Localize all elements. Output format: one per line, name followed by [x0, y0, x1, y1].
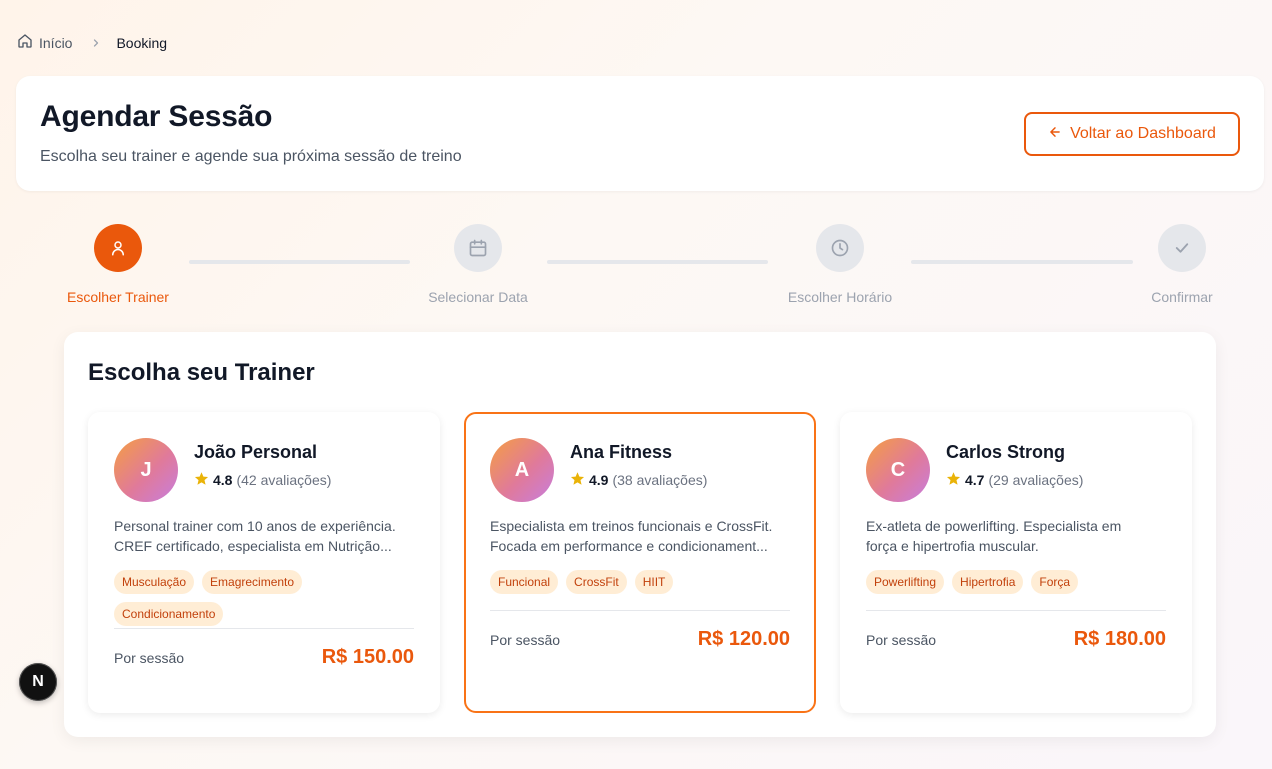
per-session-label: Por sessão: [490, 632, 561, 648]
specialty-tag: Condicionamento: [114, 602, 224, 626]
user-icon: [94, 224, 142, 272]
calendar-icon: [454, 224, 502, 272]
arrow-left-icon: [1048, 125, 1062, 144]
card-divider: [866, 610, 1166, 611]
description-line: força e hipertrofia muscular.: [866, 538, 1039, 554]
card-divider: [114, 628, 414, 629]
check-icon: [1158, 224, 1206, 272]
chevron-right-icon: [90, 37, 102, 49]
rating-count: (29 avaliações): [988, 472, 1084, 488]
trainer-name: Carlos Strong: [946, 442, 1066, 462]
step-connector: [189, 260, 410, 264]
specialty-tag: Hipertrofia: [952, 570, 1024, 594]
session-price: R$ 120.00: [697, 628, 790, 650]
clock-icon: [816, 224, 864, 272]
description-line: Ex-atleta de powerlifting. Especialista …: [866, 518, 1122, 534]
trainer-description: Especialista em treinos funcionais e Cro…: [490, 516, 790, 556]
specialty-tags: Powerlifting Hipertrofia Força: [866, 570, 1166, 594]
trainer-card-carlos[interactable]: C Carlos Strong 4.7 (29 avaliações) Ex-a…: [840, 412, 1192, 713]
star-icon: [946, 471, 961, 489]
specialty-tag: Powerlifting: [866, 570, 945, 594]
trainer-name: João Personal: [194, 442, 318, 462]
page-header: Agendar Sessão Escolha seu trainer e age…: [16, 76, 1264, 191]
breadcrumb-home-link[interactable]: Início: [17, 33, 72, 52]
breadcrumb: Início Booking: [17, 33, 167, 52]
star-icon: [570, 471, 585, 489]
specialty-tag: Força: [1031, 570, 1079, 594]
session-price: R$ 180.00: [1073, 628, 1166, 650]
description-line: Focada em performance e condicionament..…: [490, 538, 768, 554]
specialty-tag: Funcional: [490, 570, 559, 594]
trainer-card-joao[interactable]: J João Personal 4.8 (42 avaliações) Pers…: [88, 412, 440, 713]
step-selecionar-data: Selecionar Data: [388, 224, 568, 305]
badge-label: N: [32, 673, 44, 690]
page-subtitle: Escolha seu trainer e agende sua próxima…: [40, 148, 462, 165]
trainer-name: Ana Fitness: [570, 442, 673, 462]
trainer-card-ana[interactable]: A Ana Fitness 4.9 (38 avaliações) Especi…: [464, 412, 816, 713]
step-label: Escolher Trainer: [67, 289, 169, 305]
home-icon: [17, 33, 33, 52]
dev-tools-badge[interactable]: N: [19, 663, 57, 701]
step-confirmar: Confirmar: [1092, 224, 1272, 305]
rating-score: 4.9: [589, 472, 609, 488]
specialty-tag: Emagrecimento: [202, 570, 303, 594]
avatar: C: [866, 438, 930, 502]
trainer-description: Ex-atleta de powerlifting. Especialista …: [866, 516, 1166, 556]
breadcrumb-home-label: Início: [39, 34, 73, 51]
back-to-dashboard-button[interactable]: Voltar ao Dashboard: [1024, 112, 1240, 156]
trainer-rating: 4.7 (29 avaliações): [946, 471, 1083, 489]
card-divider: [490, 610, 790, 611]
per-session-label: Por sessão: [866, 632, 937, 648]
specialty-tags: Funcional CrossFit HIIT: [490, 570, 790, 594]
specialty-tag: CrossFit: [566, 570, 627, 594]
description-line: Personal trainer com 10 anos de experiên…: [114, 518, 396, 534]
trainer-description: Personal trainer com 10 anos de experiên…: [114, 516, 414, 556]
trainer-selection-panel: Escolha seu Trainer J João Personal 4.8 …: [64, 332, 1216, 737]
breadcrumb-current: Booking: [116, 34, 168, 51]
rating-count: (42 avaliações): [236, 472, 332, 488]
session-price: R$ 150.00: [321, 646, 414, 668]
step-label: Selecionar Data: [428, 289, 528, 305]
section-title: Escolha seu Trainer: [88, 359, 315, 386]
back-button-label: Voltar ao Dashboard: [1070, 125, 1216, 142]
trainer-rating: 4.9 (38 avaliações): [570, 471, 707, 489]
step-escolher-horario: Escolher Horário: [750, 224, 930, 305]
rating-score: 4.7: [965, 472, 985, 488]
specialty-tags: Musculação Emagrecimento Condicionamento: [114, 570, 414, 626]
step-label: Confirmar: [1151, 289, 1213, 305]
specialty-tag: HIIT: [634, 570, 674, 594]
avatar: J: [114, 438, 178, 502]
rating-score: 4.8: [213, 472, 233, 488]
specialty-tag: Musculação: [114, 570, 195, 594]
trainer-rating: 4.8 (42 avaliações): [194, 471, 331, 489]
rating-count: (38 avaliações): [612, 472, 708, 488]
page-title: Agendar Sessão: [40, 100, 273, 133]
description-line: CREF certificado, especialista em Nutriç…: [114, 538, 392, 554]
description-line: Especialista em treinos funcionais e Cro…: [490, 518, 773, 534]
avatar: A: [490, 438, 554, 502]
step-escolher-trainer: Escolher Trainer: [28, 224, 208, 305]
step-label: Escolher Horário: [787, 289, 893, 305]
star-icon: [194, 471, 209, 489]
per-session-label: Por sessão: [114, 650, 185, 666]
step-connector: [547, 260, 768, 264]
